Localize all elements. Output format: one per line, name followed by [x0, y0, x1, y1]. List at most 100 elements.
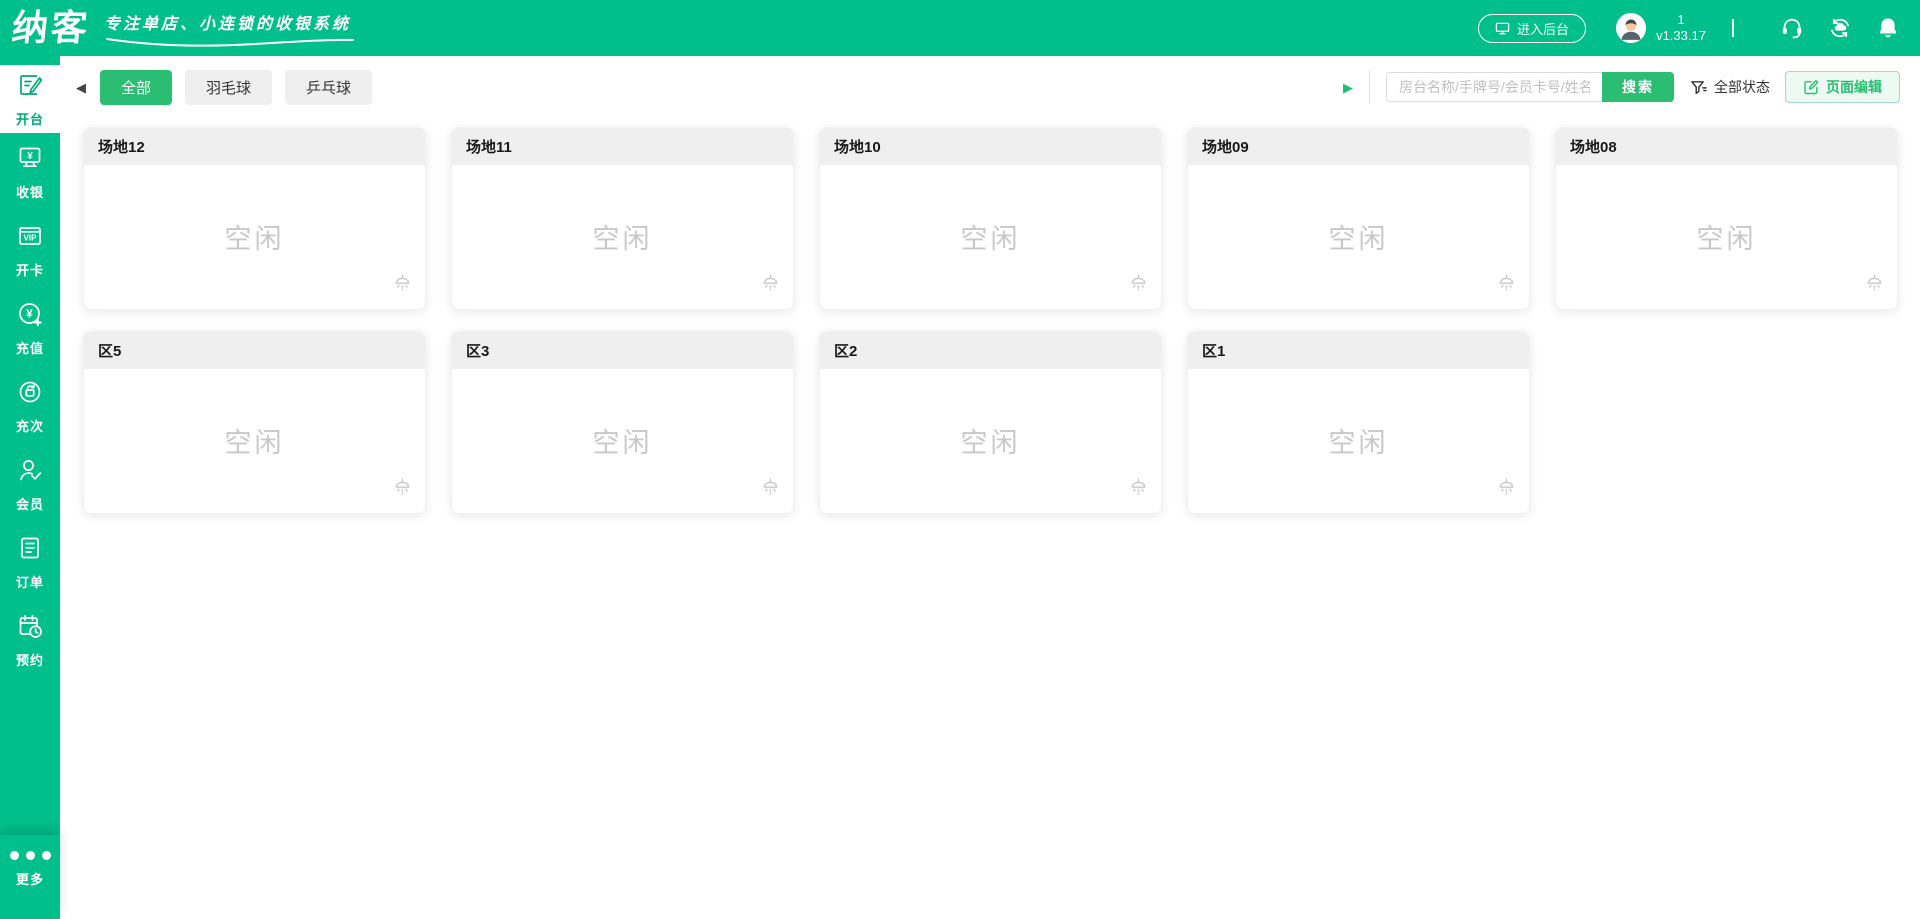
vip-card-icon: VIP	[16, 222, 44, 255]
monitor-icon	[1495, 22, 1510, 34]
venue-card[interactable]: 场地08 空闲	[1555, 127, 1898, 310]
svg-text:¥: ¥	[26, 306, 33, 320]
venue-name: 场地12	[84, 128, 425, 165]
open-table-icon	[16, 71, 44, 104]
venue-card[interactable]: 区2 空闲	[819, 331, 1162, 514]
lamp-icon[interactable]	[1127, 272, 1150, 300]
venue-card[interactable]: 场地11 空闲	[451, 127, 794, 310]
sidebar-item-label: 收银	[15, 184, 44, 200]
app-header: 纳客 专注单店、小连锁的收银系统 进入后台 1 v1.33.17	[0, 0, 1920, 56]
sidebar-item-label: 订单	[15, 574, 44, 590]
sidebar-item-recharge-times[interactable]: 充次	[0, 367, 60, 445]
version-label: v1.33.17	[1656, 28, 1706, 43]
sidebar-item-label: 开台	[15, 111, 44, 127]
category-tabs: 全部 羽毛球 乒乓球	[100, 69, 373, 105]
sync-cloud-icon[interactable]	[1828, 16, 1852, 40]
tab-1[interactable]: 羽毛球	[185, 69, 273, 105]
edit-pencil-icon	[1804, 80, 1819, 95]
app-tagline: 专注单店、小连锁的收银系统	[104, 16, 352, 33]
venue-name: 区1	[1188, 332, 1529, 369]
member-icon	[16, 456, 44, 489]
venue-card[interactable]: 场地12 空闲	[83, 127, 426, 310]
tagline-underline	[106, 38, 355, 47]
venue-name: 区5	[84, 332, 425, 369]
recharge-icon: ¥	[16, 300, 44, 333]
customer-service-icon[interactable]	[1780, 16, 1804, 40]
sidebar-item-label: 预约	[15, 652, 44, 668]
sidebar-item-label: 开卡	[15, 262, 44, 278]
venue-status: 空闲	[960, 427, 1021, 458]
sidebar: 开台 ¥ 收银 VIP 开卡 ¥ 充值 充次 会员 订单 预约 更多	[0, 56, 60, 919]
venue-status: 空闲	[1328, 223, 1389, 254]
venue-name: 场地11	[452, 128, 793, 165]
sidebar-item-more[interactable]: 更多	[0, 835, 60, 919]
sidebar-item-open-table[interactable]: 开台	[0, 65, 60, 133]
search-button[interactable]: 搜索	[1602, 72, 1674, 102]
page-edit-label: 页面编辑	[1826, 79, 1882, 95]
search-input[interactable]	[1386, 72, 1602, 102]
app-logo: 纳客	[9, 7, 93, 48]
header-divider	[1732, 19, 1734, 37]
sidebar-item-cashier[interactable]: ¥ 收银	[0, 133, 60, 211]
sidebar-item-recharge[interactable]: ¥ 充值	[0, 289, 60, 367]
recharge-times-icon	[16, 378, 44, 411]
sidebar-item-label: 充次	[15, 418, 44, 434]
status-filter-label: 全部状态	[1714, 79, 1770, 95]
venue-name: 场地10	[820, 128, 1161, 165]
store-name: 1	[1677, 12, 1685, 27]
venue-card[interactable]: 场地09 空闲	[1187, 127, 1530, 310]
order-icon	[16, 534, 44, 567]
venue-card[interactable]: 区5 空闲	[83, 331, 426, 514]
sidebar-item-member[interactable]: 会员	[0, 445, 60, 523]
sidebar-item-label: 会员	[15, 496, 44, 512]
enter-backend-button[interactable]: 进入后台	[1477, 13, 1586, 43]
venue-status: 空闲	[224, 223, 285, 254]
venue-grid: 场地12 空闲 场地11 空闲 场地10 空闲 场地09 空闲 场地08 空闲	[60, 118, 1920, 514]
venue-name: 场地09	[1188, 128, 1529, 165]
venue-card[interactable]: 场地10 空闲	[819, 127, 1162, 310]
venue-status: 空闲	[224, 427, 285, 458]
enter-backend-label: 进入后台	[1516, 21, 1569, 37]
avatar-person-icon	[1616, 13, 1646, 43]
tabs-scroll-right-icon[interactable]: ▶	[1343, 81, 1353, 94]
venue-status: 空闲	[592, 427, 653, 458]
venue-status: 空闲	[592, 223, 653, 254]
tabs-scroll-left-icon[interactable]: ◀	[76, 81, 86, 94]
tab-all[interactable]: 全部	[100, 69, 173, 105]
cashier-icon: ¥	[16, 144, 44, 177]
booking-icon	[16, 612, 44, 645]
sidebar-item-booking[interactable]: 预约	[0, 601, 60, 679]
sidebar-item-order[interactable]: 订单	[0, 523, 60, 601]
lamp-icon[interactable]	[391, 272, 414, 300]
brand: 纳客 专注单店、小连锁的收银系统	[9, 2, 356, 54]
lamp-icon[interactable]	[1863, 272, 1886, 300]
status-filter[interactable]: 全部状态	[1690, 77, 1770, 97]
sidebar-item-label: 充值	[15, 340, 44, 356]
venue-status: 空闲	[960, 223, 1021, 254]
sidebar-item-vip-card[interactable]: VIP 开卡	[0, 211, 60, 289]
svg-text:¥: ¥	[27, 150, 33, 161]
page-edit-button[interactable]: 页面编辑	[1785, 71, 1900, 103]
venue-card[interactable]: 区1 空闲	[1187, 331, 1530, 514]
venue-name: 区3	[452, 332, 793, 369]
sidebar-more-label: 更多	[15, 872, 44, 887]
lamp-icon[interactable]	[759, 272, 782, 300]
lamp-icon[interactable]	[391, 476, 414, 504]
avatar[interactable]	[1616, 13, 1646, 43]
toolbar-divider	[1369, 70, 1370, 104]
venue-status: 空闲	[1328, 427, 1389, 458]
lamp-icon[interactable]	[1495, 272, 1518, 300]
lamp-icon[interactable]	[759, 476, 782, 504]
svg-text:VIP: VIP	[24, 233, 38, 242]
lamp-icon[interactable]	[1495, 476, 1518, 504]
main-content: ◀ 全部羽毛球乒乓球 ▶ 搜索 全部状态 页面编辑 场地12 空闲	[60, 56, 1920, 919]
lamp-icon[interactable]	[1127, 476, 1150, 504]
more-dots-icon	[9, 851, 51, 860]
venue-name: 场地08	[1556, 128, 1897, 165]
venue-status: 空闲	[1696, 223, 1757, 254]
venue-card[interactable]: 区3 空闲	[451, 331, 794, 514]
notification-bell-icon[interactable]	[1876, 16, 1900, 40]
tab-2[interactable]: 乒乓球	[285, 69, 373, 105]
venue-name: 区2	[820, 332, 1161, 369]
filter-funnel-icon	[1691, 80, 1707, 94]
